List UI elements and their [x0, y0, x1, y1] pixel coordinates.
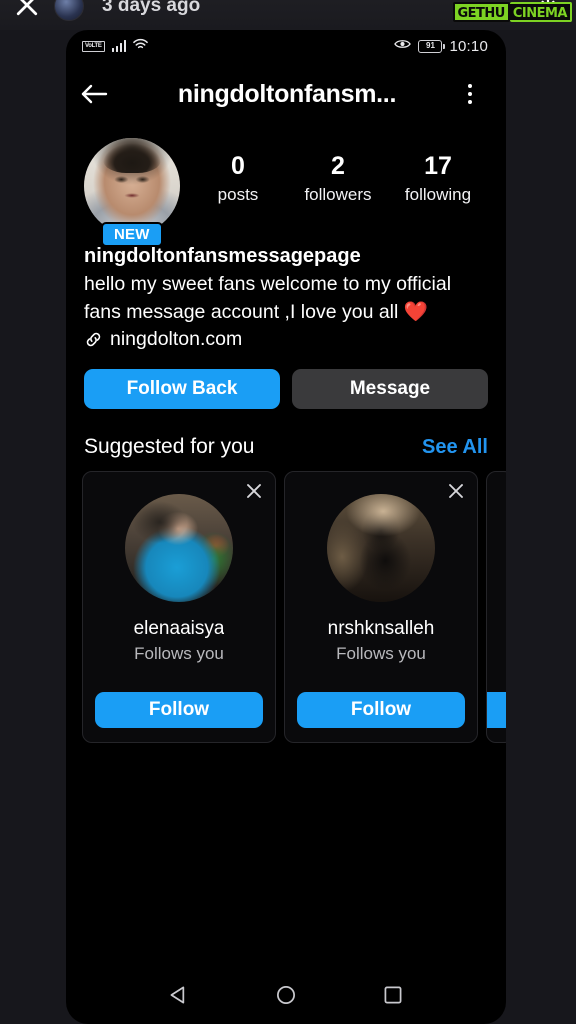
- follow-button[interactable]: Follow: [297, 692, 465, 729]
- stat-value: 17: [424, 152, 452, 180]
- suggestion-card[interactable]: elenaaisya Follows you Follow: [82, 471, 276, 744]
- profile-bio: ningdoltonfansmessagepage hello my sweet…: [66, 234, 506, 351]
- stat-posts[interactable]: 0 posts: [188, 152, 288, 205]
- suggestion-card[interactable]: nrshknsalleh Follows you Follow: [284, 471, 478, 744]
- suggested-header: Suggested for you See All: [66, 409, 506, 471]
- bio-link-text: ningdolton.com: [110, 328, 243, 351]
- screenshot-root: 3 days ago GETHU CINEMA VoLTE 91 10:10 n…: [0, 0, 576, 1024]
- watermark-cinema: CINEMA: [509, 2, 572, 22]
- eye-icon: [394, 37, 412, 55]
- nav-recents-icon[interactable]: [380, 982, 406, 1008]
- gethu-cinema-watermark: GETHU CINEMA: [452, 2, 572, 22]
- bio-link[interactable]: ningdolton.com: [84, 328, 488, 351]
- follow-button[interactable]: Follow: [95, 692, 263, 729]
- volte-icon: VoLTE: [82, 40, 105, 52]
- stat-label: followers: [304, 184, 372, 204]
- follow-button[interactable]: [487, 692, 506, 729]
- profile-header: ningdoltonfansm...: [66, 62, 506, 126]
- stat-value: 2: [331, 152, 345, 180]
- suggestion-card-partial[interactable]: [486, 471, 506, 744]
- nav-back-icon[interactable]: [166, 982, 192, 1008]
- stat-following[interactable]: 17 following: [388, 152, 488, 205]
- chain-link-icon: [84, 330, 103, 349]
- stat-label: posts: [217, 184, 259, 204]
- profile-actions: Follow Back Message: [66, 351, 506, 410]
- watermark-gethu: GETHU: [452, 2, 510, 22]
- status-right-group: 91 10:10: [394, 37, 488, 55]
- story-timestamp: 3 days ago: [102, 0, 201, 16]
- phone-screen: VoLTE 91 10:10 ningdoltonfansm... NEW 0 …: [66, 30, 506, 1024]
- suggested-title: Suggested for you: [84, 435, 255, 459]
- suggestion-username: nrshknsalleh: [327, 618, 435, 640]
- see-all-link[interactable]: See All: [422, 436, 488, 459]
- overflow-menu-icon[interactable]: [452, 84, 488, 104]
- android-nav-bar: [66, 966, 506, 1024]
- suggested-cards-carousel[interactable]: elenaaisya Follows you Follow nrshknsall…: [66, 471, 506, 744]
- suggestion-avatar[interactable]: [327, 494, 435, 603]
- suggestion-relation: Follows you: [134, 644, 224, 664]
- stat-followers[interactable]: 2 followers: [288, 152, 388, 205]
- close-icon[interactable]: [0, 0, 54, 20]
- profile-summary: NEW 0 posts 2 followers 17 following: [66, 126, 506, 247]
- status-clock: 10:10: [449, 37, 488, 55]
- profile-stats: 0 posts 2 followers 17 following: [184, 138, 488, 205]
- avatar-wrapper: NEW: [84, 138, 184, 247]
- suggestion-relation: Follows you: [336, 644, 426, 664]
- android-status-bar: VoLTE 91 10:10: [66, 30, 506, 62]
- new-badge: NEW: [101, 222, 163, 247]
- story-author-avatar[interactable]: [54, 0, 84, 21]
- nav-home-icon[interactable]: [273, 982, 299, 1008]
- bio-line-2: fans message account ,I love you all ❤️: [84, 300, 429, 323]
- suggestion-avatar[interactable]: [125, 494, 233, 603]
- stat-label: following: [404, 184, 472, 204]
- close-icon[interactable]: [243, 480, 265, 502]
- signal-bars-icon: [111, 40, 127, 52]
- avatar-detail-eyes: [112, 176, 152, 184]
- status-left-group: VoLTE: [82, 37, 148, 55]
- stat-value: 0: [231, 152, 245, 180]
- battery-icon: 91: [418, 39, 446, 53]
- message-button[interactable]: Message: [292, 369, 488, 410]
- close-icon[interactable]: [445, 480, 467, 502]
- back-arrow-icon[interactable]: [80, 83, 122, 105]
- wifi-icon: [133, 37, 148, 55]
- bio-line-1: hello my sweet fans welcome to my offici…: [84, 273, 452, 295]
- suggestion-username: elenaaisya: [133, 618, 225, 640]
- battery-level: 91: [426, 41, 435, 50]
- avatar-detail-hair: [103, 139, 161, 173]
- follow-back-button[interactable]: Follow Back: [84, 369, 280, 410]
- profile-avatar[interactable]: [84, 138, 180, 234]
- page-title: ningdoltonfansm...: [177, 79, 397, 108]
